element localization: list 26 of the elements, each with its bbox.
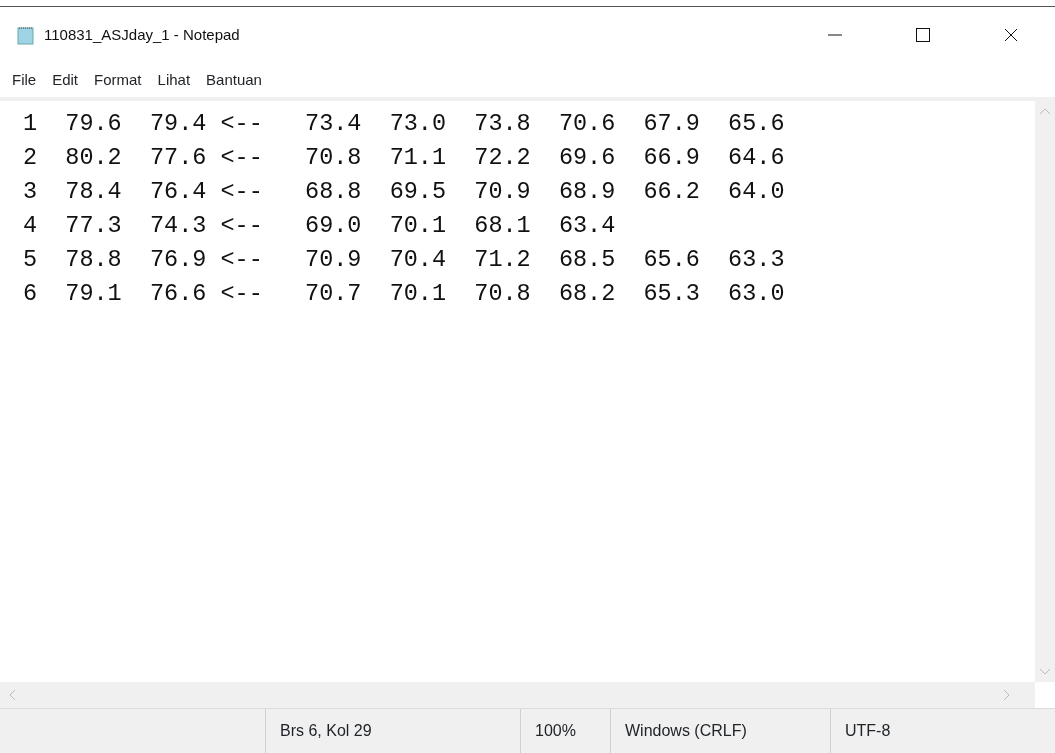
text-line: 4 77.3 74.3 <-- 69.0 70.1 68.1 63.4 bbox=[23, 211, 616, 241]
vertical-scrollbar[interactable] bbox=[1035, 101, 1055, 682]
menu-item[interactable]: Edit bbox=[44, 68, 87, 92]
close-icon bbox=[1003, 27, 1019, 43]
scroll-up-icon[interactable] bbox=[1039, 107, 1051, 115]
scroll-left-icon[interactable] bbox=[8, 689, 16, 701]
menu-item[interactable]: File bbox=[4, 68, 45, 92]
scroll-down-icon[interactable] bbox=[1039, 668, 1051, 676]
minimize-icon bbox=[828, 34, 842, 36]
menu-item[interactable]: Bantuan bbox=[198, 68, 270, 92]
status-text: UTF-8 bbox=[845, 721, 891, 741]
text-line: 1 79.6 79.4 <-- 73.4 73.0 73.8 70.6 67.9 65.6 bbox=[23, 109, 785, 139]
scroll-right-icon[interactable] bbox=[1003, 689, 1011, 701]
maximize-icon bbox=[915, 27, 931, 43]
text-line: 2 80.2 77.6 <-- 70.8 71.1 72.2 69.6 66.9 64.6 bbox=[23, 143, 785, 173]
text-line: 6 79.1 76.6 <-- 70.7 70.1 70.8 68.2 65.3 63.0 bbox=[23, 279, 785, 309]
notepad-icon bbox=[16, 25, 36, 45]
status-text: Brs 6, Kol 29 bbox=[280, 721, 372, 741]
window-title: 110831_ASJday_1 - Notepad bbox=[44, 24, 240, 45]
status-text: 100% bbox=[535, 721, 576, 741]
menu-item[interactable]: Format bbox=[86, 68, 150, 92]
horizontal-scrollbar[interactable] bbox=[0, 682, 1035, 708]
status-text: Windows (CRLF) bbox=[625, 721, 747, 741]
text-line: 5 78.8 76.9 <-- 70.9 70.4 71.2 68.5 65.6 63.3 bbox=[23, 245, 785, 275]
menu-item[interactable]: Lihat bbox=[149, 68, 199, 92]
text-line: 3 78.4 76.4 <-- 68.8 69.5 70.9 68.9 66.2 64.0 bbox=[23, 177, 785, 207]
